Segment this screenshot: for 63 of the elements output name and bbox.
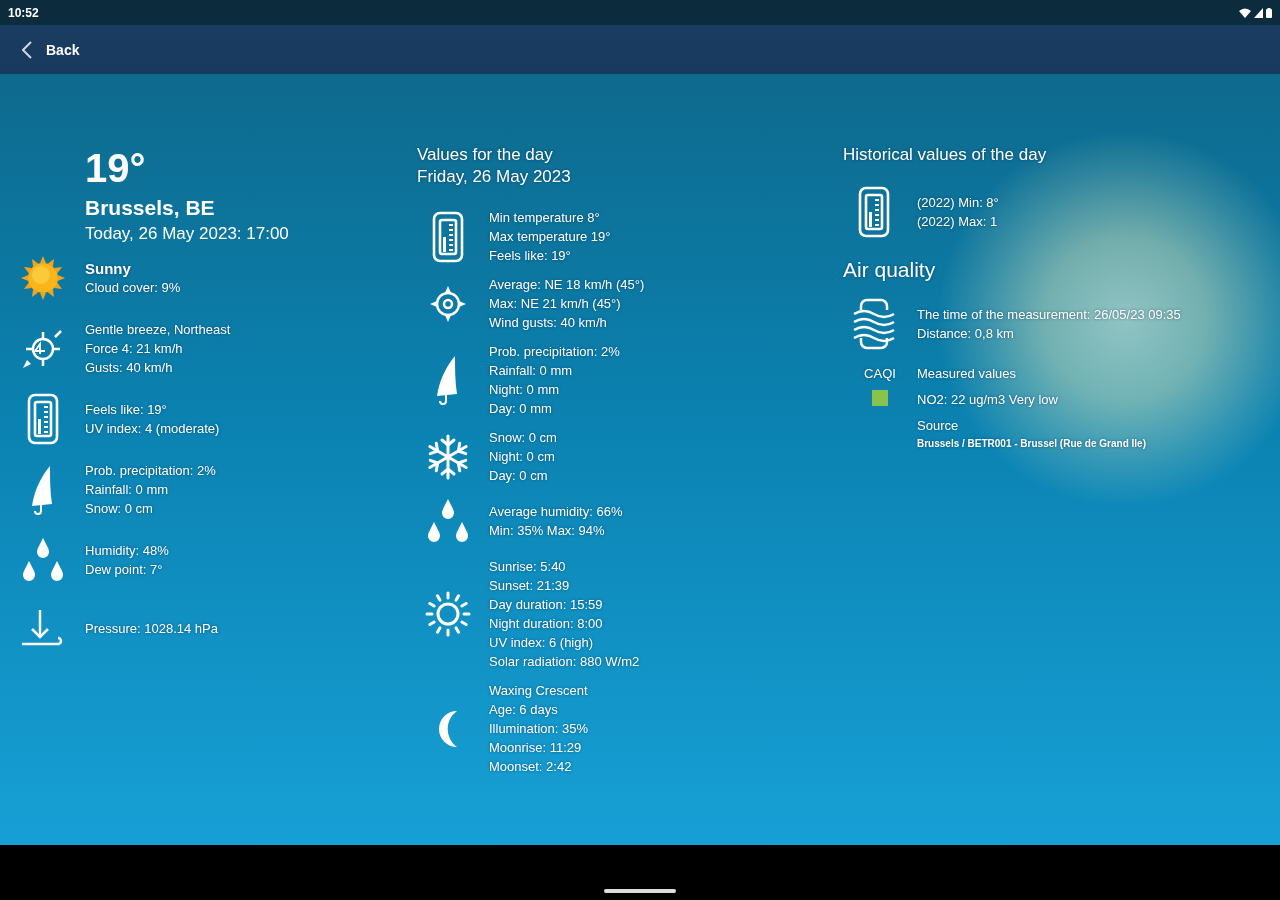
clock-time: 10:52 xyxy=(8,5,39,20)
detail-text: Min: 35% Max: 94% xyxy=(489,522,606,540)
wifi-icon xyxy=(1239,7,1251,18)
detail-text: UV index: 6 (high) xyxy=(489,634,595,652)
detail-text: Day duration: 15:59 xyxy=(489,596,604,614)
detail-text: Max temperature 19° xyxy=(489,228,611,246)
detail-text: Distance: 0,8 km xyxy=(917,325,1015,343)
detail-text: Age: 6 days xyxy=(489,701,559,719)
detail-text: Gusts: 40 km/h xyxy=(85,359,174,377)
detail-text: Waxing Crescent xyxy=(489,682,588,700)
detail-text: Rainfall: 0 mm xyxy=(489,362,574,380)
air-quality-icon xyxy=(851,298,897,350)
detail-text: (2022) Max: 1 xyxy=(917,213,999,231)
measured-label: Measured values xyxy=(917,366,1017,381)
day-date: Friday, 26 May 2023 xyxy=(417,166,572,188)
source-label: Source xyxy=(917,418,960,433)
detail-text: Force 4: 21 km/h xyxy=(85,340,184,358)
detail-text: Prob. precipitation: 2% xyxy=(489,343,620,361)
detail-text: Max: NE 21 km/h (45°) xyxy=(489,295,622,313)
detail-text: Min temperature 8° xyxy=(489,209,601,227)
back-button[interactable]: Back xyxy=(18,36,84,63)
detail-text: Night: 0 cm xyxy=(489,448,556,466)
detail-text: Night: 0 mm xyxy=(489,381,561,399)
detail-text: Snow: 0 cm xyxy=(85,500,154,518)
detail-text: Wind gusts: 40 km/h xyxy=(489,314,608,332)
detail-text: Snow: 0 cm xyxy=(489,429,557,447)
battery-icon xyxy=(1266,7,1272,18)
detail-text: Gentle breeze, Northeast xyxy=(85,321,231,339)
source-text: Brussels / BETR001 - Brussel (Rue de Grand Ile) xyxy=(917,438,1147,449)
detail-text: Humidity: 48% xyxy=(85,542,169,560)
detail-text: Illumination: 35% xyxy=(489,720,588,738)
detail-text: Night duration: 8:00 xyxy=(489,615,604,633)
section-heading: Historical values of the day xyxy=(843,144,1048,166)
detail-text: Dew point: 7° xyxy=(85,561,164,579)
detail-text: Sunrise: 5:40 xyxy=(489,558,567,576)
detail-text: Rainfall: 0 mm xyxy=(85,481,170,499)
detail-text: Sunset: 21:39 xyxy=(489,577,571,595)
measured-value: NO2: 22 ug/m3 Very low xyxy=(917,391,1059,409)
detail-text: Average humidity: 66% xyxy=(489,503,623,521)
back-chevron-icon xyxy=(22,40,32,59)
detail-text: Moonrise: 11:29 xyxy=(489,739,583,757)
detail-text: Moonset: 2:42 xyxy=(489,758,573,776)
home-handle[interactable] xyxy=(604,889,676,893)
detail-text: Solar radiation: 880 W/m2 xyxy=(489,653,640,671)
section-heading: Air quality xyxy=(843,258,937,282)
detail-text: Average: NE 18 km/h (45°) xyxy=(489,276,645,294)
detail-text: Cloud cover: 9% xyxy=(85,279,181,297)
signal-icon xyxy=(1254,7,1263,18)
detail-text: Feels like: 19° xyxy=(489,247,572,265)
detail-text: UV index: 4 (moderate) xyxy=(85,420,220,438)
detail-text: (2022) Min: 8° xyxy=(917,194,999,212)
detail-text: Day: 0 cm xyxy=(489,467,549,485)
detail-text: Prob. precipitation: 2% xyxy=(85,462,216,480)
date-time: Today, 26 May 2023: 17:00 xyxy=(85,224,290,244)
detail-text: The time of the measurement: 26/05/23 09:35 xyxy=(917,306,1181,324)
location-name: Brussels, BE xyxy=(85,196,216,220)
detail-text: Feels like: 19° xyxy=(85,401,168,419)
detail-text: Pressure: 1028.14 hPa xyxy=(85,619,218,638)
condition-label: Sunny xyxy=(85,259,132,278)
detail-text: Day: 0 mm xyxy=(489,400,553,418)
index-label: CAQI xyxy=(863,366,897,381)
current-temperature: 19° xyxy=(85,145,147,192)
section-heading: Values for the day xyxy=(417,144,554,166)
